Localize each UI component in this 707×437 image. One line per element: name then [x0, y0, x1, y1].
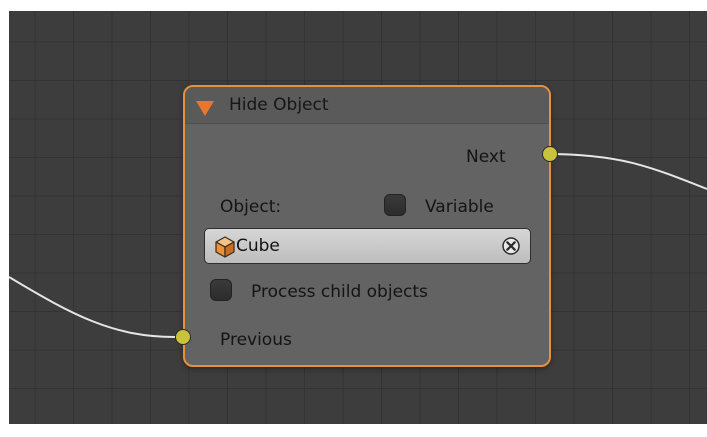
x-circle-icon[interactable]	[501, 236, 521, 256]
object-field-value: Cube	[236, 236, 280, 256]
object-label: Object:	[220, 197, 282, 217]
node-editor-canvas[interactable]: Hide Object Next Object: Variable Cube P…	[9, 11, 707, 424]
link-to-next[interactable]	[545, 153, 707, 190]
cube-icon	[215, 236, 235, 258]
node-title: Hide Object	[229, 95, 329, 115]
link-from-previous[interactable]	[9, 276, 176, 338]
previous-input-label: Previous	[220, 330, 292, 350]
hide-object-node[interactable]: Hide Object Next Object: Variable Cube P…	[183, 85, 551, 367]
next-output-label: Next	[466, 147, 506, 167]
previous-input-socket[interactable]	[175, 329, 191, 345]
next-output-socket[interactable]	[542, 146, 558, 162]
collapse-arrow-icon[interactable]	[196, 101, 214, 116]
variable-checkbox[interactable]	[384, 194, 406, 216]
variable-label: Variable	[425, 197, 494, 217]
node-header[interactable]: Hide Object	[185, 87, 549, 124]
object-field[interactable]: Cube	[204, 228, 531, 264]
process-child-objects-checkbox[interactable]	[210, 279, 232, 301]
process-child-objects-label: Process child objects	[251, 282, 428, 302]
